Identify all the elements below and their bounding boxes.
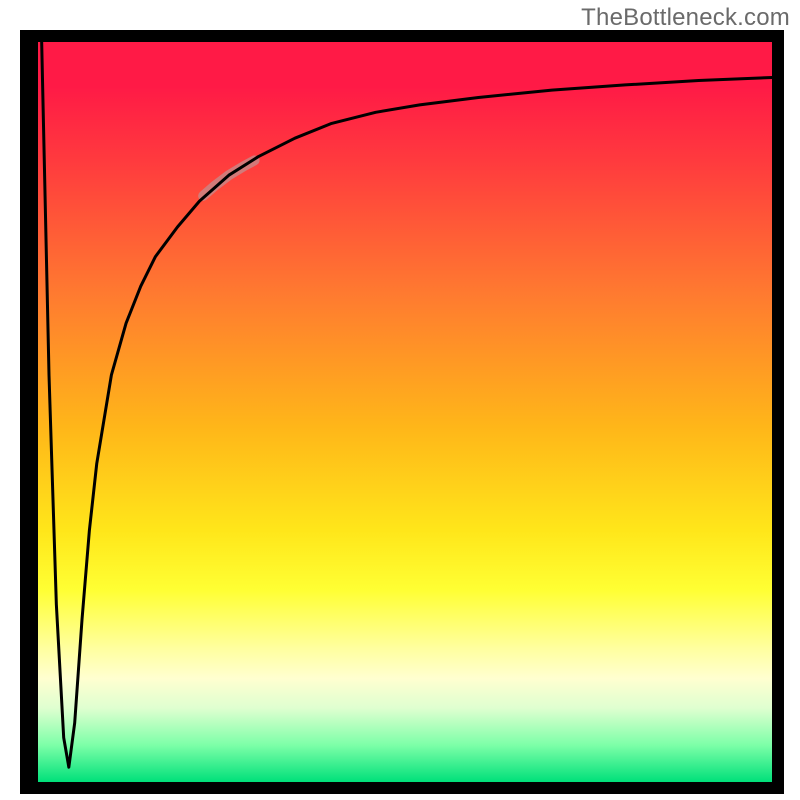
bottleneck-curve-line — [42, 42, 772, 767]
watermark-text: TheBottleneck.com — [581, 4, 790, 32]
chart-frame — [20, 30, 784, 794]
plot-area — [38, 42, 772, 782]
curve-svg — [38, 42, 772, 782]
chart-stage: TheBottleneck.com — [0, 0, 800, 800]
